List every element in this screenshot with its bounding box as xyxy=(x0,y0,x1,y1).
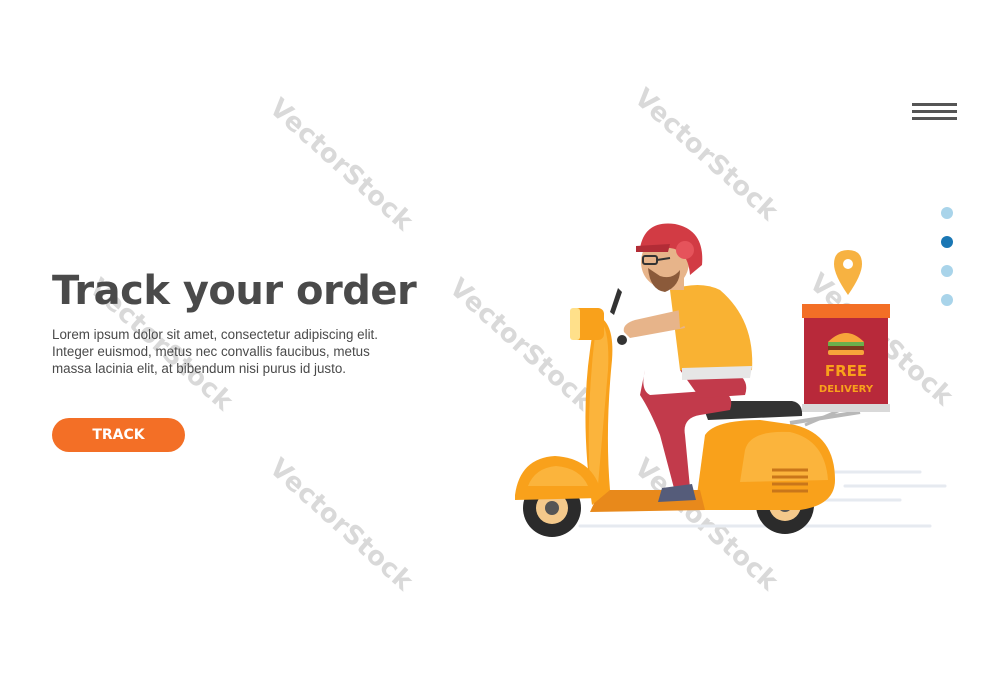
page-title: Track your order xyxy=(52,268,417,314)
hero-description: Lorem ipsum dolor sit amet, consectetur … xyxy=(52,327,378,376)
pagination-dot-1[interactable] xyxy=(941,207,953,219)
watermark: VectorStock xyxy=(628,82,784,228)
track-button[interactable]: TRACK xyxy=(52,418,185,452)
watermark: VectorStock xyxy=(263,452,419,598)
delivery-scooter-illustration: FREE DELIVERY xyxy=(515,223,947,537)
menu-icon[interactable] xyxy=(912,101,957,121)
box-label-line2: DELIVERY xyxy=(819,384,874,395)
watermark: VectorStock xyxy=(263,92,419,238)
box-label-line1: FREE xyxy=(825,362,867,380)
location-pin-icon xyxy=(834,250,862,295)
